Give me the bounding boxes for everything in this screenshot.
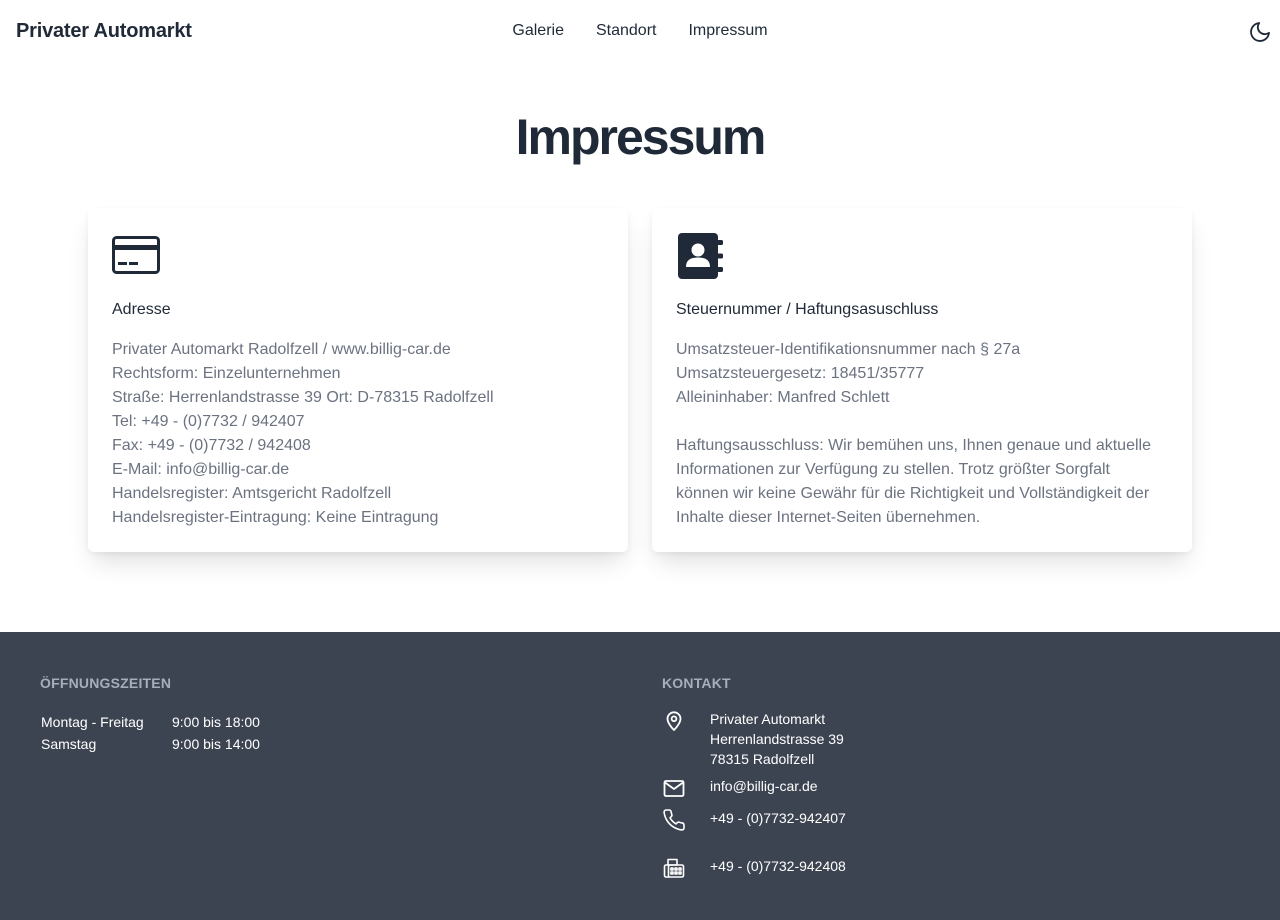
address-line: Straße: Herrenlandstrasse 39 Ort: D-7831… (112, 389, 494, 406)
email-link[interactable]: info@billig-car.de (710, 776, 818, 796)
page-title: Impressum (515, 109, 767, 165)
hours-title: Öffnungszeiten (40, 675, 172, 691)
disclaimer-line: können wir keine Gewähr für die Richtigk… (676, 485, 1150, 502)
address-line: Handelsregister: Amtsgericht Radolfzell (112, 485, 392, 502)
fax-icon (663, 858, 685, 878)
address-line: Tel: +49 - (0)7732 / 942407 (112, 413, 305, 430)
mail-icon (663, 780, 685, 797)
tax-details: Umsatzsteuer-Identifikationsnummer nach … (676, 338, 1168, 530)
address-card: Adresse Privater Automarkt Radolfzell / … (88, 208, 628, 552)
contact-address: Privater Automarkt Herrenlandstrasse 39 … (662, 709, 844, 769)
phone-link[interactable]: +49 - (0)7732-942407 (710, 808, 846, 828)
address-heading: Adresse (112, 301, 171, 318)
address-line: Privater Automarkt Radolfzell / www.bill… (112, 341, 451, 358)
nav-link-galerie[interactable]: Galerie (512, 22, 564, 40)
tax-line: Umsatzsteuergesetz: 18451/35777 (676, 365, 925, 382)
address-line: E-Mail: info@billig-car.de (112, 461, 290, 478)
contact-phone: +49 - (0)7732-942407 (662, 808, 846, 832)
address-line: Fax: +49 - (0)7732 / 942408 (112, 437, 311, 454)
disclaimer-line: Inhalte dieser Internet-Seiten übernehme… (676, 509, 981, 526)
hours-row: Samstag 9:00 bis 14:00 (41, 733, 260, 755)
hours-row: Montag - Freitag 9:00 bis 18:00 (41, 711, 260, 733)
address-book-icon (678, 233, 723, 279)
hours-day: Montag - Freitag (41, 714, 144, 730)
disclaimer-line: Haftungsausschluss: Wir bemühen uns, Ihn… (676, 437, 1151, 454)
hours-day: Samstag (41, 736, 97, 752)
moon-icon (1250, 22, 1270, 42)
credit-card-icon (112, 236, 160, 274)
address-line: Privater Automarkt (710, 711, 826, 727)
theme-toggle-button[interactable] (1248, 20, 1272, 44)
contact-email: info@billig-car.de (662, 776, 818, 800)
hours-time: 9:00 bis 18:00 (172, 714, 260, 730)
tax-line: Alleininhaber: Manfred Schlett (676, 389, 890, 406)
address-line: 78315 Radolfzell (710, 751, 815, 767)
site-header: Privater Automarkt Galerie Standort Impr… (0, 0, 1280, 64)
contact-title: Kontakt (662, 675, 731, 691)
fax-number: +49 - (0)7732-942408 (710, 858, 846, 874)
opening-hours-table: Montag - Freitag 9:00 bis 18:00 Samstag … (41, 711, 260, 755)
address-line: Handelsregister-Eintragung: Keine Eintra… (112, 509, 439, 526)
phone-icon (663, 809, 685, 831)
site-footer: Öffnungszeiten Montag - Freitag 9:00 bis… (0, 632, 1280, 920)
tax-line: Umsatzsteuer-Identifikationsnummer nach … (676, 341, 1021, 358)
tax-heading: Steuernummer / Haftungsasuschluss (676, 301, 939, 318)
nav-link-impressum[interactable]: Impressum (688, 22, 767, 40)
hours-time: 9:00 bis 14:00 (172, 736, 260, 752)
map-pin-icon (666, 711, 682, 731)
contact-fax: +49 - (0)7732-942408 (662, 856, 846, 880)
address-line: Rechtsform: Einzelunternehmen (112, 365, 341, 382)
main-nav: Galerie Standort Impressum (0, 22, 1280, 40)
contact-address-text: Privater Automarkt Herrenlandstrasse 39 … (710, 709, 844, 769)
tax-disclaimer-card: Steuernummer / Haftungsasuschluss Umsatz… (652, 208, 1192, 552)
address-line: Herrenlandstrasse 39 (710, 731, 844, 747)
disclaimer-line: Informationen zur Verfügung zu stellen. … (676, 461, 1110, 478)
nav-link-standort[interactable]: Standort (596, 22, 656, 40)
address-details: Privater Automarkt Radolfzell / www.bill… (112, 338, 604, 530)
